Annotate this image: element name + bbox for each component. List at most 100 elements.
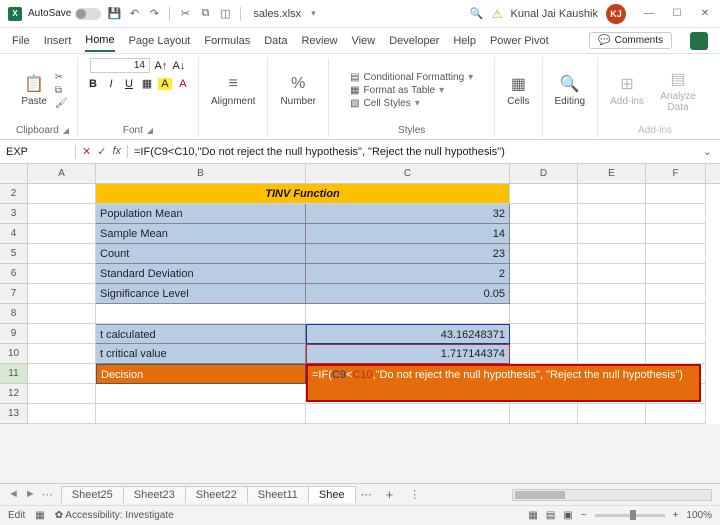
sheet-nav-next-icon[interactable]: ► <box>25 488 36 501</box>
user-avatar[interactable]: KJ <box>606 4 626 24</box>
cell-c11-formula-overlay[interactable]: =IF(C9<C10,"Do not reject the null hypot… <box>306 364 701 402</box>
cell-a3[interactable] <box>28 204 96 224</box>
cells-button[interactable]: ▦Cells <box>503 72 533 109</box>
spreadsheet-grid[interactable]: A B C D E F 2 TINV Function 3Population … <box>0 164 720 424</box>
sheet-tab-sheet11[interactable]: Sheet11 <box>247 486 309 503</box>
sheet-tab-sheet22[interactable]: Sheet22 <box>185 486 248 503</box>
cell-f5[interactable] <box>646 244 706 264</box>
cell-e3[interactable] <box>578 204 646 224</box>
cell-e10[interactable] <box>578 344 646 364</box>
cell-a11[interactable] <box>28 364 96 384</box>
paste-button[interactable]: 📋 Paste <box>17 72 51 109</box>
view-normal-icon[interactable]: ▦ <box>528 510 537 521</box>
share-button[interactable] <box>690 32 708 50</box>
col-header-b[interactable]: B <box>96 164 306 183</box>
stats-icon[interactable]: ▦ <box>35 510 44 521</box>
row-header-5[interactable]: 5 <box>0 244 28 264</box>
cell-f3[interactable] <box>646 204 706 224</box>
cell-f8[interactable] <box>646 304 706 324</box>
tab-power-pivot[interactable]: Power Pivot <box>490 31 549 51</box>
row-header-12[interactable]: 12 <box>0 384 28 404</box>
cell-a4[interactable] <box>28 224 96 244</box>
cell-c13[interactable] <box>306 404 510 424</box>
row-header-7[interactable]: 7 <box>0 284 28 304</box>
cell-e9[interactable] <box>578 324 646 344</box>
format-painter-icon[interactable]: 🖌 <box>55 98 68 109</box>
sheet-tab-sheet25[interactable]: Sheet25 <box>61 486 124 503</box>
cell-c5[interactable]: 23 <box>306 244 510 264</box>
cell-b8[interactable] <box>96 304 306 324</box>
format-as-table-button[interactable]: ▦Format as Table▾ <box>350 85 473 96</box>
tab-help[interactable]: Help <box>453 31 476 51</box>
cancel-icon[interactable]: ✕ <box>82 145 91 158</box>
expand-formula-bar-icon[interactable]: ⌄ <box>695 145 720 158</box>
row-header-13[interactable]: 13 <box>0 404 28 424</box>
tab-view[interactable]: View <box>352 31 376 51</box>
enter-icon[interactable]: ✓ <box>97 145 106 158</box>
accessibility-status[interactable]: ✿ Accessibility: Investigate <box>55 510 174 521</box>
font-size-input[interactable]: 14 <box>90 58 150 73</box>
autosave-toggle[interactable]: AutoSave <box>28 8 101 20</box>
col-header-a[interactable]: A <box>28 164 96 183</box>
addins-button[interactable]: ⊞Add-ins <box>606 72 648 109</box>
row-header-11[interactable]: 11 <box>0 364 28 384</box>
cell-e8[interactable] <box>578 304 646 324</box>
cell-c10[interactable]: 1.717144374 <box>306 344 510 364</box>
select-all-corner[interactable] <box>0 164 28 183</box>
cell-e13[interactable] <box>578 404 646 424</box>
close-button[interactable]: ✕ <box>698 7 712 21</box>
cell-e6[interactable] <box>578 264 646 284</box>
cell-a6[interactable] <box>28 264 96 284</box>
dialog-launcher-icon[interactable]: ◢ <box>63 126 69 135</box>
fx-icon[interactable]: fx <box>112 145 121 158</box>
cell-a9[interactable] <box>28 324 96 344</box>
copy-icon[interactable]: ⧉ <box>198 7 212 21</box>
cell-a10[interactable] <box>28 344 96 364</box>
row-header-3[interactable]: 3 <box>0 204 28 224</box>
cell-b6[interactable]: Standard Deviation <box>96 264 306 284</box>
tab-insert[interactable]: Insert <box>44 31 72 51</box>
row-header-9[interactable]: 9 <box>0 324 28 344</box>
row-header-6[interactable]: 6 <box>0 264 28 284</box>
cell-b3[interactable]: Population Mean <box>96 204 306 224</box>
italic-button[interactable]: I <box>104 78 118 90</box>
zoom-out-button[interactable]: − <box>581 510 587 521</box>
save-icon[interactable]: 💾 <box>107 7 121 21</box>
cell-e2[interactable] <box>578 184 646 204</box>
tab-developer[interactable]: Developer <box>389 31 439 51</box>
cell-b9[interactable]: t calculated <box>96 324 306 344</box>
cell-b2-c2-merged[interactable]: TINV Function <box>96 184 510 204</box>
name-box[interactable]: EXP <box>0 146 76 158</box>
cell-d10[interactable] <box>510 344 578 364</box>
cell-d4[interactable] <box>510 224 578 244</box>
col-header-c[interactable]: C <box>306 164 510 183</box>
cell-a13[interactable] <box>28 404 96 424</box>
add-sheet-button[interactable]: + <box>378 487 402 502</box>
tab-page-layout[interactable]: Page Layout <box>129 31 191 51</box>
cell-d8[interactable] <box>510 304 578 324</box>
cell-f2[interactable] <box>646 184 706 204</box>
undo-icon[interactable]: ↶ <box>127 7 141 21</box>
cell-f10[interactable] <box>646 344 706 364</box>
cell-d7[interactable] <box>510 284 578 304</box>
cell-a7[interactable] <box>28 284 96 304</box>
cell-f9[interactable] <box>646 324 706 344</box>
cell-b11[interactable]: Decision <box>96 364 306 384</box>
cell-f13[interactable] <box>646 404 706 424</box>
underline-button[interactable]: U <box>122 78 136 90</box>
col-header-d[interactable]: D <box>510 164 578 183</box>
alignment-button[interactable]: ≡Alignment <box>207 72 259 109</box>
cell-f6[interactable] <box>646 264 706 284</box>
tab-formulas[interactable]: Formulas <box>204 31 250 51</box>
cell-styles-button[interactable]: ▧Cell Styles▾ <box>350 98 473 109</box>
cell-d2[interactable] <box>510 184 578 204</box>
cell-f4[interactable] <box>646 224 706 244</box>
cell-e5[interactable] <box>578 244 646 264</box>
dialog-launcher-icon[interactable]: ◢ <box>147 126 153 135</box>
copy-icon[interactable]: ⧉ <box>55 85 68 96</box>
comments-button[interactable]: 💬 Comments <box>589 32 672 49</box>
conditional-formatting-button[interactable]: ▤Conditional Formatting▾ <box>350 72 473 83</box>
cut-icon[interactable]: ✂ <box>178 7 192 21</box>
sheet-nav-prev-icon[interactable]: ◄ <box>8 488 19 501</box>
sheet-tab-sheet23[interactable]: Sheet23 <box>123 486 186 503</box>
